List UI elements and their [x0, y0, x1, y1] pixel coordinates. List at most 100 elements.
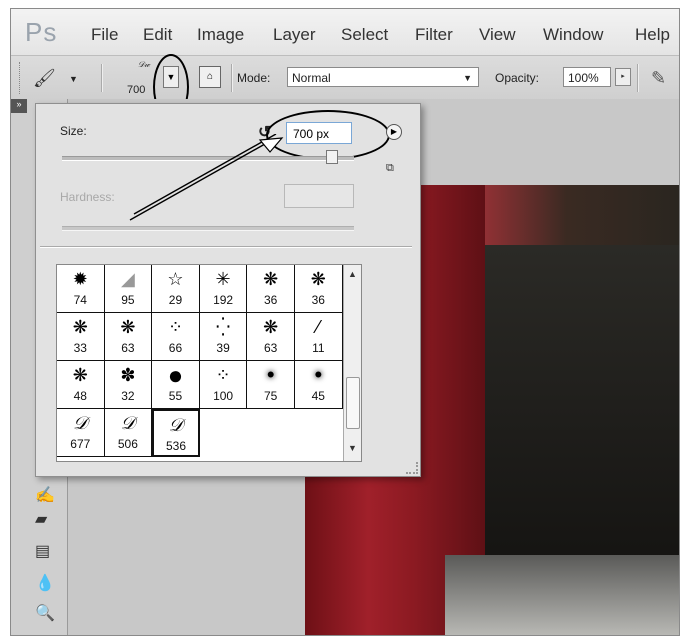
brush-preset-hard-round[interactable]: ● 55: [152, 361, 200, 409]
brush-tip-splatter-icon: ❋: [263, 269, 279, 289]
brush-tip-signature-icon: 𝒟: [168, 415, 184, 435]
brush-tip-splatter-icon: ❋: [263, 317, 279, 337]
brush-presets-list: ✹ 74 ◢ 95 ☆ 29 ✳ 192 ❋ 36 ❋ 36 ❋ 33 ❋ 63 ⁘ 66 ⁛ 39 ❋ 63 ⁄ 11 ❋ 48…: [57, 265, 343, 461]
eraser-tool-icon[interactable]: ▰: [35, 509, 47, 529]
menu-filter[interactable]: Filter: [415, 25, 453, 45]
brush-tip-soft-round-icon: •: [266, 362, 275, 387]
brush-preset-star[interactable]: ☆ 29: [152, 265, 200, 313]
brush-preset-soft-round[interactable]: • 45: [295, 361, 343, 409]
brush-preset-size: 100: [213, 389, 234, 403]
size-label: Size:: [60, 124, 87, 138]
photoshop-window: Ps File Edit Image Layer Select Filter V…: [10, 8, 680, 636]
opacity-value: 100%: [568, 71, 599, 85]
brush-preset-picker: Size: ↺ 700 px ▶ ⧉ Hardness: ✹ 74 ◢ 95 ☆ 29 ✳ 1…: [35, 103, 421, 477]
airbrush-icon[interactable]: ✎: [651, 68, 666, 89]
brush-preset-spray[interactable]: ⁛ 39: [199, 313, 248, 361]
menu-image[interactable]: Image: [197, 25, 244, 45]
panel-collapse-icon[interactable]: »: [11, 99, 27, 113]
picker-menu-icon[interactable]: ▶: [386, 124, 402, 140]
brush-tip-leaf-icon: ✹: [72, 269, 88, 289]
brush-panel-toggle-icon[interactable]: ⌂: [199, 66, 221, 88]
brush-preset-splatter[interactable]: ❋ 63: [104, 313, 153, 361]
hardness-slider-track: [62, 226, 354, 231]
brush-preset-leaf[interactable]: ✹ 74: [57, 265, 105, 313]
brush-preset-size: 66: [168, 341, 183, 355]
brush-tip-burst-icon: ✳: [215, 269, 231, 289]
brush-preset-splatter[interactable]: ❋ 48: [57, 361, 105, 409]
smudge-tool-icon[interactable]: ✍: [35, 485, 55, 505]
dodge-tool-icon[interactable]: 🔍: [35, 603, 55, 623]
brush-preset-size: 95: [121, 293, 135, 307]
presets-scrollbar[interactable]: ▲ ▼: [343, 265, 361, 461]
picker-divider: [40, 246, 412, 248]
scroll-down-icon[interactable]: ▼: [348, 443, 357, 453]
brush-preset-size: 700: [127, 84, 146, 96]
menu-help[interactable]: Help: [635, 25, 670, 45]
brush-tip-dash-icon: ⁄: [316, 317, 320, 337]
brush-preset-size: 55: [168, 389, 183, 403]
mode-select[interactable]: Normal ▼: [287, 67, 479, 87]
app-logo: Ps: [25, 17, 58, 47]
gradient-tool-icon[interactable]: ▤: [35, 541, 50, 561]
brush-preset-size: 32: [121, 389, 135, 403]
brush-preset-burst[interactable]: ✳ 192: [199, 265, 248, 313]
brush-preset-soft-round[interactable]: • 75: [247, 361, 295, 409]
photo-dark-area: [485, 245, 679, 565]
brush-preset-size: 75: [264, 389, 278, 403]
brush-tip-spray-icon: ⁛: [215, 317, 231, 337]
brush-preset-spray[interactable]: ⁘ 100: [199, 361, 248, 409]
brush-preset-size: 536: [165, 439, 186, 453]
photo-gray-area: [445, 555, 679, 635]
menu-bar: Ps File Edit Image Layer Select Filter V…: [11, 9, 679, 55]
resize-grip-icon[interactable]: [406, 462, 418, 474]
size-slider-thumb[interactable]: [325, 150, 338, 164]
options-bar-grip[interactable]: [19, 62, 23, 94]
brush-preset-splatter[interactable]: ❋ 63: [247, 313, 295, 361]
menu-view[interactable]: View: [479, 25, 516, 45]
opacity-field[interactable]: 100%: [563, 67, 611, 87]
brush-preset-splatter[interactable]: ❋ 36: [295, 265, 343, 313]
menu-window[interactable]: Window: [543, 25, 603, 45]
blur-tool-icon[interactable]: 💧: [35, 573, 55, 593]
options-bar: 🖌 ▼ 𝒟𝓌 700 ▼ ⌂ Mode: Normal ▼ Opacity: 1…: [11, 54, 679, 120]
brush-tip-splatter-icon: ❋: [310, 269, 326, 289]
brush-preset-size: 677: [70, 437, 91, 451]
brush-preset-size: 33: [73, 341, 87, 355]
opacity-label: Opacity:: [495, 71, 540, 85]
scrollbar-thumb[interactable]: [346, 377, 360, 429]
brush-tool-icon[interactable]: 🖌: [33, 68, 56, 89]
scroll-up-icon[interactable]: ▲: [348, 269, 357, 279]
brush-preset-splatter[interactable]: ❋ 33: [57, 313, 105, 361]
menu-edit[interactable]: Edit: [143, 25, 172, 45]
brush-preset-splatter[interactable]: ✽ 32: [104, 361, 153, 409]
menu-file[interactable]: File: [91, 25, 118, 45]
brush-preset-splatter[interactable]: ❋ 36: [247, 265, 295, 313]
brush-tip-signature-icon: 𝒟: [120, 413, 136, 433]
brush-preset-signature[interactable]: 𝒟 536: [152, 409, 200, 457]
brush-tip-hard-round-icon: ●: [167, 360, 184, 390]
mode-label: Mode:: [237, 71, 271, 85]
opacity-slider-button[interactable]: ▸: [615, 68, 631, 86]
brush-tip-star-icon: ☆: [167, 269, 184, 289]
menu-layer[interactable]: Layer: [273, 25, 316, 45]
brush-preset-size: 39: [216, 341, 230, 355]
brush-preset-soft-leaf[interactable]: ◢ 95: [104, 265, 153, 313]
brush-preset-size: 36: [311, 293, 325, 307]
menu-select[interactable]: Select: [341, 25, 388, 45]
brush-preset-spray[interactable]: ⁘ 66: [152, 313, 200, 361]
brush-preset-size: 63: [264, 341, 278, 355]
brush-preset-size: 506: [117, 437, 138, 451]
tool-preset-arrow-icon[interactable]: ▼: [69, 74, 78, 84]
brush-preset-size: 192: [213, 293, 234, 307]
brush-preset-size: 11: [312, 341, 325, 355]
brush-preset-size: 74: [73, 293, 87, 307]
new-preset-icon[interactable]: ⧉: [386, 162, 400, 176]
brush-preset-size: 36: [264, 293, 278, 307]
brush-preset-signature[interactable]: 𝒟 506: [104, 409, 153, 457]
brush-tip-soft-round-icon: •: [314, 362, 323, 387]
brush-tip-splatter-icon: ❋: [72, 317, 88, 337]
brush-preset-signature[interactable]: 𝒟 677: [57, 409, 105, 457]
brush-tip-spray-icon: ⁘: [215, 365, 231, 385]
brush-preset-dash[interactable]: ⁄ 11: [295, 313, 343, 361]
separator: [231, 64, 233, 92]
